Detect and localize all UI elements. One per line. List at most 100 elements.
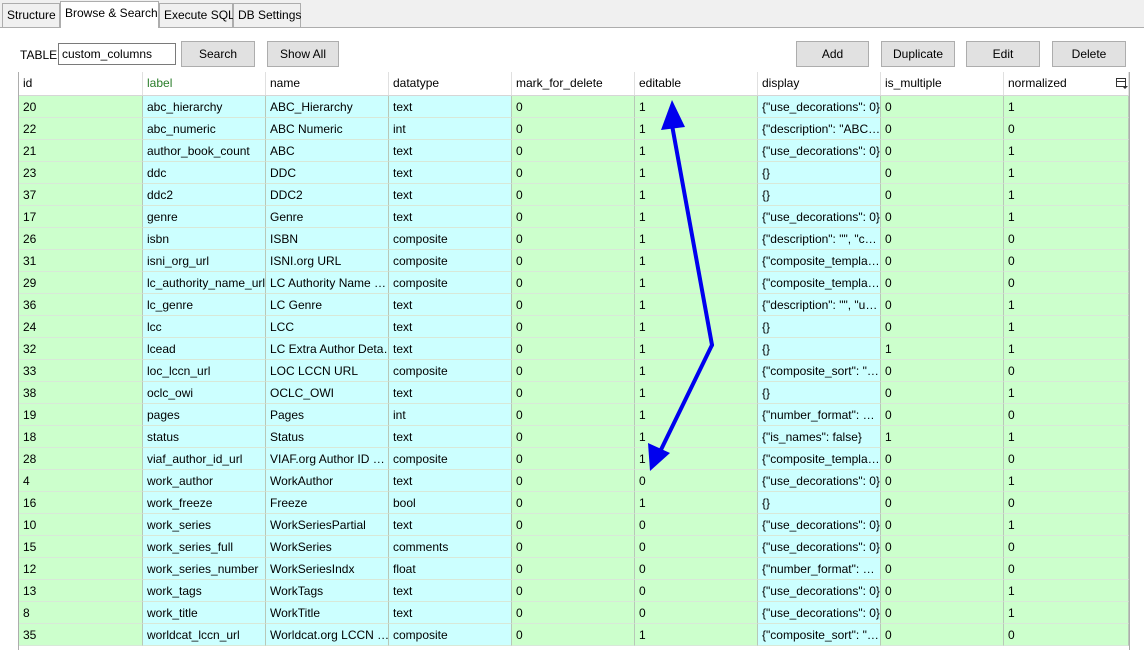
cell-id[interactable]: 23	[19, 162, 143, 184]
cell-editable[interactable]: 1	[635, 492, 758, 514]
cell-name[interactable]: ISBN	[266, 228, 389, 250]
header-col-normalized[interactable]: normalized	[1004, 72, 1129, 95]
cell-label[interactable]: worldcat_lccn_url	[143, 624, 266, 646]
cell-normalized[interactable]: 1	[1004, 184, 1129, 206]
cell-is-multiple[interactable]: 0	[881, 228, 1004, 250]
table-row[interactable]: 33 loc_lccn_url LOC LCCN URL composite 0 1 {"c…	[19, 360, 1129, 382]
cell-normalized[interactable]: 0	[1004, 272, 1129, 294]
cell-label[interactable]: ddc2	[143, 184, 266, 206]
tab-structure[interactable]: Structure	[2, 3, 60, 27]
cell-id[interactable]: 8	[19, 602, 143, 624]
cell-name[interactable]: ABC Numeric	[266, 118, 389, 140]
cell-label[interactable]: oclc_owi	[143, 382, 266, 404]
cell-id[interactable]: 29	[19, 272, 143, 294]
cell-is-multiple[interactable]: 0	[881, 514, 1004, 536]
cell-mark-for-delete[interactable]: 0	[512, 140, 635, 162]
table-row[interactable]: 19 pages Pages int 0 1 {"number_format": … 0 0	[19, 404, 1129, 426]
data-grid[interactable]: id label name datatype mark_for_delete editab…	[18, 72, 1130, 650]
cell-display[interactable]: {}	[758, 316, 881, 338]
table-row[interactable]: 18 status Status text 0 1 {"is_names": false} 1…	[19, 426, 1129, 448]
cell-normalized[interactable]: 1	[1004, 206, 1129, 228]
cell-name[interactable]: WorkSeriesPartial	[266, 514, 389, 536]
cell-mark-for-delete[interactable]: 0	[512, 184, 635, 206]
cell-display[interactable]: {}	[758, 162, 881, 184]
cell-is-multiple[interactable]: 0	[881, 492, 1004, 514]
cell-id[interactable]: 21	[19, 140, 143, 162]
tab-browse-search[interactable]: Browse & Search	[60, 1, 159, 28]
cell-display[interactable]: {"number_format": …	[758, 404, 881, 426]
cell-name[interactable]: VIAF.org Author ID …	[266, 448, 389, 470]
cell-label[interactable]: loc_lccn_url	[143, 360, 266, 382]
tab-execute-sql[interactable]: Execute SQL	[159, 3, 235, 27]
cell-datatype[interactable]: text	[389, 162, 512, 184]
cell-is-multiple[interactable]: 0	[881, 272, 1004, 294]
cell-datatype[interactable]: text	[389, 294, 512, 316]
cell-normalized[interactable]: 1	[1004, 162, 1129, 184]
cell-name[interactable]: LC Extra Author Deta…	[266, 338, 389, 360]
table-row[interactable]: 32 lcead LC Extra Author Deta… text 0 1{} 1 1	[19, 338, 1129, 360]
cell-is-multiple[interactable]: 0	[881, 140, 1004, 162]
duplicate-button[interactable]: Duplicate	[881, 41, 955, 67]
cell-label[interactable]: abc_hierarchy	[143, 96, 266, 118]
cell-label[interactable]: work_title	[143, 602, 266, 624]
table-row[interactable]: 21 author_book_count ABC text 0 1 {"use_decora…	[19, 140, 1129, 162]
cell-id[interactable]: 19	[19, 404, 143, 426]
cell-editable[interactable]: 1	[635, 250, 758, 272]
cell-datatype[interactable]: text	[389, 426, 512, 448]
cell-mark-for-delete[interactable]: 0	[512, 404, 635, 426]
cell-datatype[interactable]: text	[389, 602, 512, 624]
column-menu-icon[interactable]	[1116, 78, 1128, 89]
cell-is-multiple[interactable]: 0	[881, 162, 1004, 184]
cell-label[interactable]: lc_authority_name_url	[143, 272, 266, 294]
table-row[interactable]: 16 work_freeze Freeze bool 0 1{} 0 0	[19, 492, 1129, 514]
cell-editable[interactable]: 1	[635, 228, 758, 250]
cell-mark-for-delete[interactable]: 0	[512, 426, 635, 448]
cell-is-multiple[interactable]: 0	[881, 250, 1004, 272]
cell-id[interactable]: 37	[19, 184, 143, 206]
header-col-id[interactable]: id	[19, 72, 143, 95]
show-all-button[interactable]: Show All	[267, 41, 339, 67]
cell-mark-for-delete[interactable]: 0	[512, 602, 635, 624]
cell-is-multiple[interactable]: 0	[881, 558, 1004, 580]
cell-id[interactable]: 22	[19, 118, 143, 140]
cell-editable[interactable]: 1	[635, 140, 758, 162]
cell-datatype[interactable]: comments	[389, 536, 512, 558]
cell-label[interactable]: work_author	[143, 470, 266, 492]
cell-display[interactable]: {"composite_sort": "…	[758, 624, 881, 646]
cell-mark-for-delete[interactable]: 0	[512, 470, 635, 492]
cell-mark-for-delete[interactable]: 0	[512, 382, 635, 404]
cell-mark-for-delete[interactable]: 0	[512, 316, 635, 338]
cell-id[interactable]: 13	[19, 580, 143, 602]
cell-normalized[interactable]: 0	[1004, 448, 1129, 470]
cell-id[interactable]: 31	[19, 250, 143, 272]
table-row[interactable]: 35 worldcat_lccn_url Worldcat.org LCCN … co…	[19, 624, 1129, 646]
table-name-input[interactable]	[58, 43, 176, 65]
cell-datatype[interactable]: text	[389, 580, 512, 602]
cell-is-multiple[interactable]: 0	[881, 580, 1004, 602]
table-row[interactable]: 4 work_author WorkAuthor text 0 0 {"use_decora…	[19, 470, 1129, 492]
cell-name[interactable]: OCLC_OWI	[266, 382, 389, 404]
table-row[interactable]: 22 abc_numeric ABC Numeric int 0 1 {"descripti…	[19, 118, 1129, 140]
cell-editable[interactable]: 1	[635, 404, 758, 426]
table-row[interactable]: 10 work_series WorkSeriesPartial text 0 0 {"us…	[19, 514, 1129, 536]
cell-id[interactable]: 4	[19, 470, 143, 492]
cell-display[interactable]: {"use_decorations": 0}	[758, 140, 881, 162]
table-row[interactable]: 26 isbn ISBN composite 0 1 {"description": "",…	[19, 228, 1129, 250]
cell-mark-for-delete[interactable]: 0	[512, 624, 635, 646]
tab-db-settings[interactable]: DB Settings	[233, 3, 301, 27]
cell-name[interactable]: Pages	[266, 404, 389, 426]
table-row[interactable]: 38 oclc_owi OCLC_OWI text 0 1{} 0 1	[19, 382, 1129, 404]
cell-is-multiple[interactable]: 0	[881, 470, 1004, 492]
cell-label[interactable]: work_series	[143, 514, 266, 536]
cell-label[interactable]: isbn	[143, 228, 266, 250]
cell-normalized[interactable]: 1	[1004, 338, 1129, 360]
cell-display[interactable]: {}	[758, 382, 881, 404]
cell-name[interactable]: WorkSeriesIndx	[266, 558, 389, 580]
cell-name[interactable]: Genre	[266, 206, 389, 228]
cell-display[interactable]: {}	[758, 338, 881, 360]
cell-mark-for-delete[interactable]: 0	[512, 162, 635, 184]
cell-display[interactable]: {"composite_templa…	[758, 250, 881, 272]
cell-id[interactable]: 20	[19, 96, 143, 118]
cell-datatype[interactable]: composite	[389, 228, 512, 250]
table-row[interactable]: 20 abc_hierarchy ABC_Hierarchy text 0 1 {"use_…	[19, 96, 1129, 118]
